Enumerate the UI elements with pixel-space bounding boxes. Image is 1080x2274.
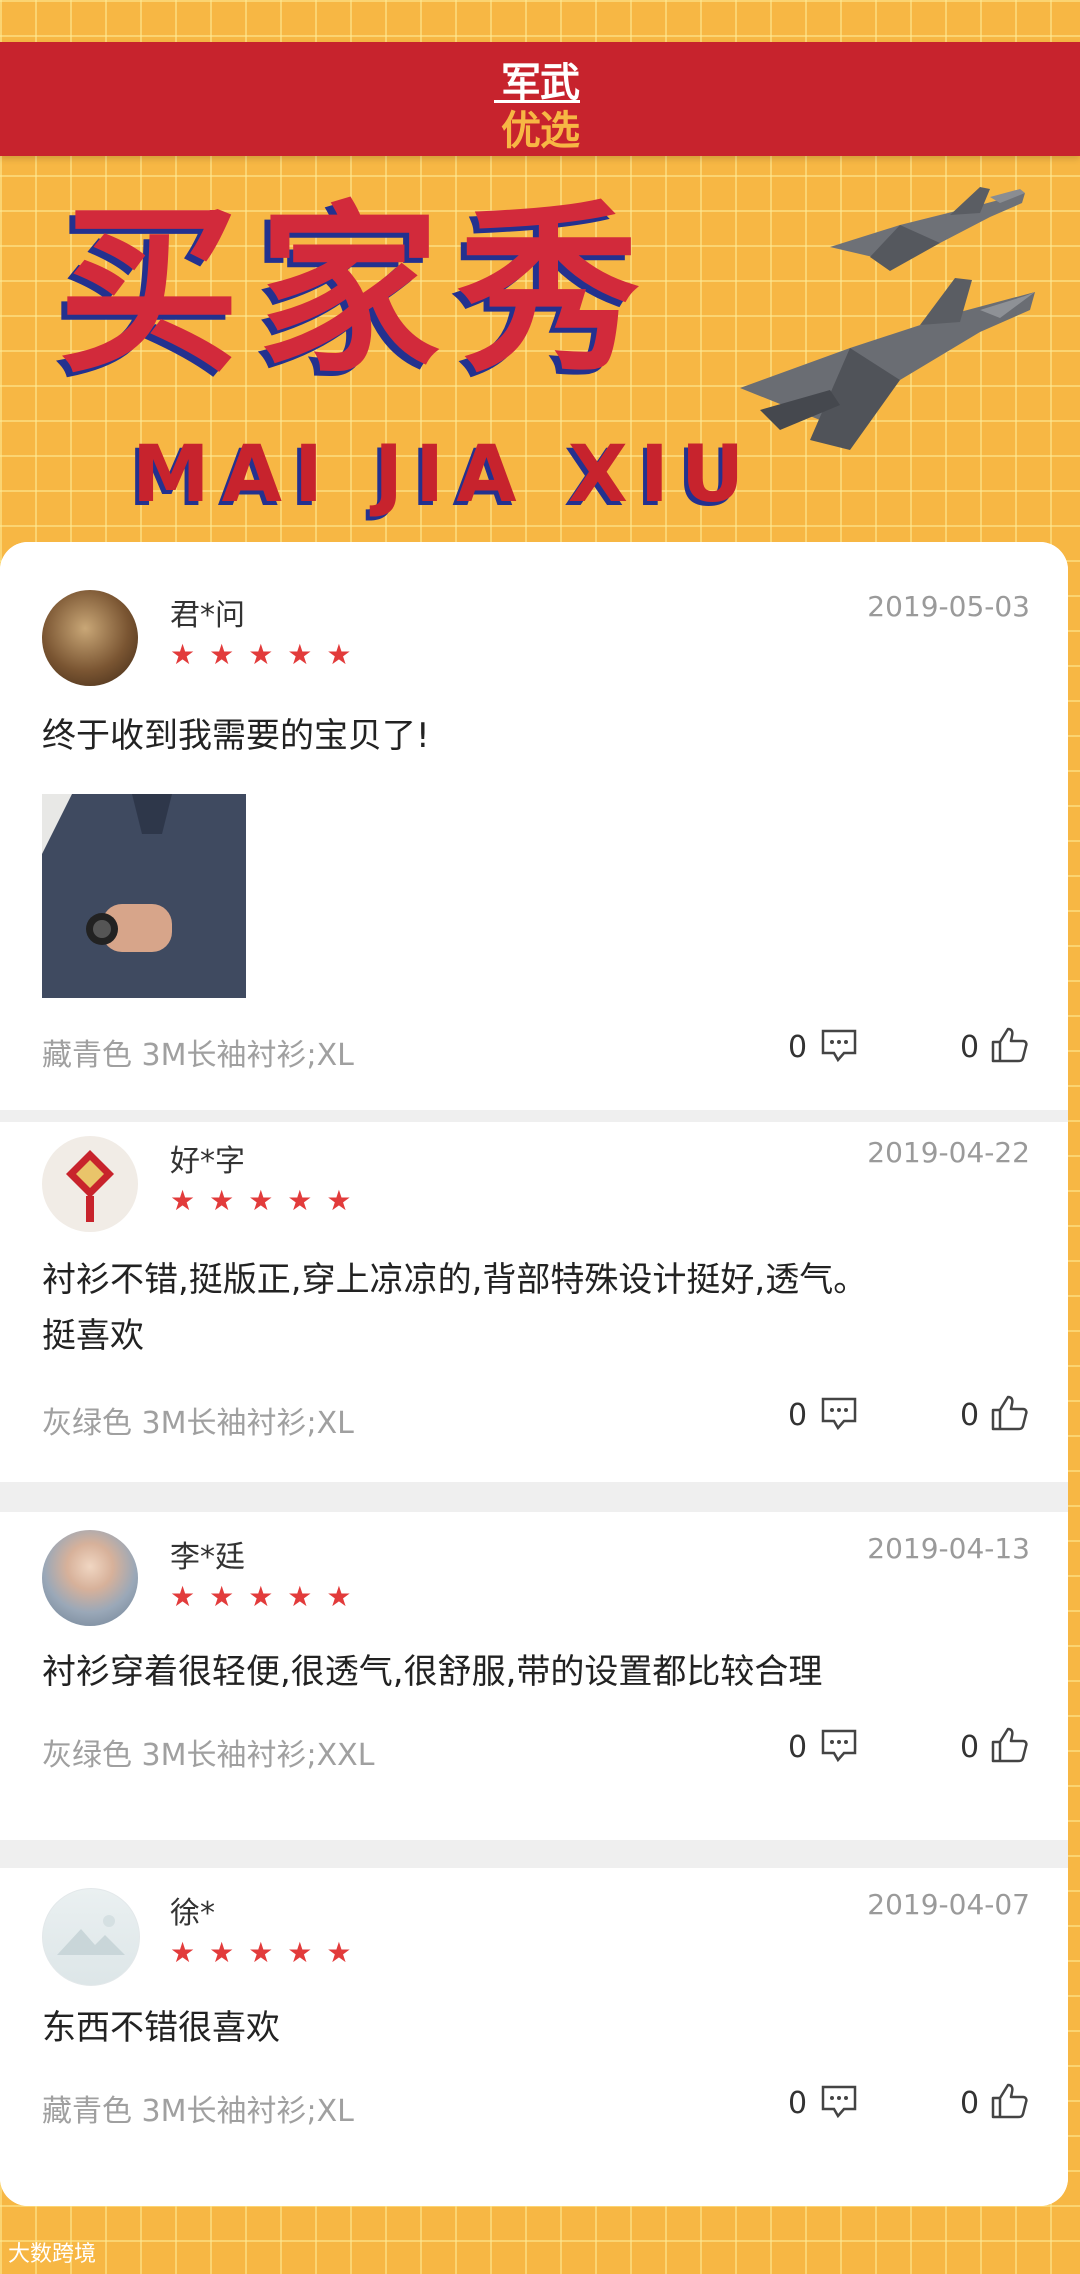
review-username: 君*问 [170, 598, 245, 633]
comment-count: 0 [788, 1730, 808, 1765]
avatar[interactable] [42, 590, 138, 686]
review-date: 2019-04-13 [867, 1532, 1030, 1565]
comment-icon[interactable] [820, 1028, 858, 1064]
thumbs-up-icon[interactable] [990, 1726, 1028, 1764]
avatar[interactable] [42, 1530, 138, 1626]
like-count: 0 [960, 1730, 980, 1765]
like-count: 0 [960, 1030, 980, 1065]
rating-stars: ★★★★★ [170, 638, 366, 671]
thumbs-up-icon[interactable] [990, 1394, 1028, 1432]
product-spec: 藏青色 3M长袖衬衫;XL [42, 1038, 354, 1073]
comment-icon[interactable] [820, 1728, 858, 1764]
review-username: 好*字 [170, 1144, 245, 1179]
reviews-card: 君*问 2019-05-03 ★★★★★ 终于收到我需要的宝贝了! 藏青色 3M… [0, 542, 1068, 2206]
review-username: 李*廷 [170, 1540, 245, 1575]
review-username: 徐* [170, 1896, 215, 1931]
watermark-logo: 大数跨境 [8, 2242, 97, 2267]
brand-logo-bottom: 优选 [501, 108, 580, 154]
rating-stars: ★★★★★ [170, 1936, 366, 1969]
shirt-photo-image [42, 794, 246, 998]
product-spec: 灰绿色 3M长袖衬衫;XL [42, 1406, 354, 1441]
thumbs-up-icon[interactable] [990, 1026, 1028, 1064]
rating-stars: ★★★★★ [170, 1184, 366, 1217]
comment-count: 0 [788, 1398, 808, 1433]
hero-title: 买家秀 [58, 185, 658, 397]
review-comment: 终于收到我需要的宝贝了! [42, 716, 430, 756]
review-date: 2019-04-07 [867, 1888, 1030, 1921]
hero-subtitle: MAI JIA XIU [132, 430, 757, 520]
comment-icon[interactable] [820, 1396, 858, 1432]
review-item: 李*廷 2019-04-13 ★★★★★ 衬衫穿着很轻便,很透气,很舒服,带的设… [0, 1512, 1068, 1840]
brand-banner: 军武 优选 [0, 42, 1080, 156]
review-date: 2019-05-03 [867, 590, 1030, 623]
review-date: 2019-04-22 [867, 1136, 1030, 1169]
like-count: 0 [960, 2086, 980, 2121]
review-comment-line: 衬衫不错,挺版正,穿上凉凉的,背部特殊设计挺好,透气。 [42, 1260, 868, 1300]
comment-count: 0 [788, 2086, 808, 2121]
review-comment-line: 挺喜欢 [42, 1316, 144, 1356]
comment-icon[interactable] [820, 2084, 858, 2120]
review-item: 好*字 2019-04-22 ★★★★★ 衬衫不错,挺版正,穿上凉凉的,背部特殊… [0, 1122, 1068, 1520]
chinese-knot-icon [66, 1150, 114, 1222]
thumbs-up-icon[interactable] [990, 2082, 1028, 2120]
product-spec: 藏青色 3M长袖衬衫;XL [42, 2094, 354, 2129]
review-item: 君*问 2019-05-03 ★★★★★ 终于收到我需要的宝贝了! 藏青色 3M… [0, 542, 1068, 1110]
product-spec: 灰绿色 3M长袖衬衫;XXL [42, 1738, 375, 1773]
review-separator [0, 1110, 1068, 1122]
like-count: 0 [960, 1398, 980, 1433]
fighter-jet-icon [830, 187, 1025, 271]
landscape-placeholder-icon [57, 1915, 125, 1955]
review-photo[interactable] [42, 794, 246, 998]
review-separator [0, 1840, 1068, 1868]
review-comment: 衬衫穿着很轻便,很透气,很舒服,带的设置都比较合理 [42, 1652, 823, 1692]
review-separator [0, 1482, 1068, 1512]
comment-count: 0 [788, 1030, 808, 1065]
avatar[interactable] [42, 1888, 140, 1986]
rating-stars: ★★★★★ [170, 1580, 366, 1613]
review-item: 徐* 2019-04-07 ★★★★★ 东西不错很喜欢 藏青色 3M长袖衬衫;X… [0, 1868, 1068, 2206]
review-comment: 东西不错很喜欢 [42, 2008, 280, 2048]
avatar[interactable] [42, 1136, 138, 1232]
fighter-jet-icon-large [740, 278, 1035, 450]
